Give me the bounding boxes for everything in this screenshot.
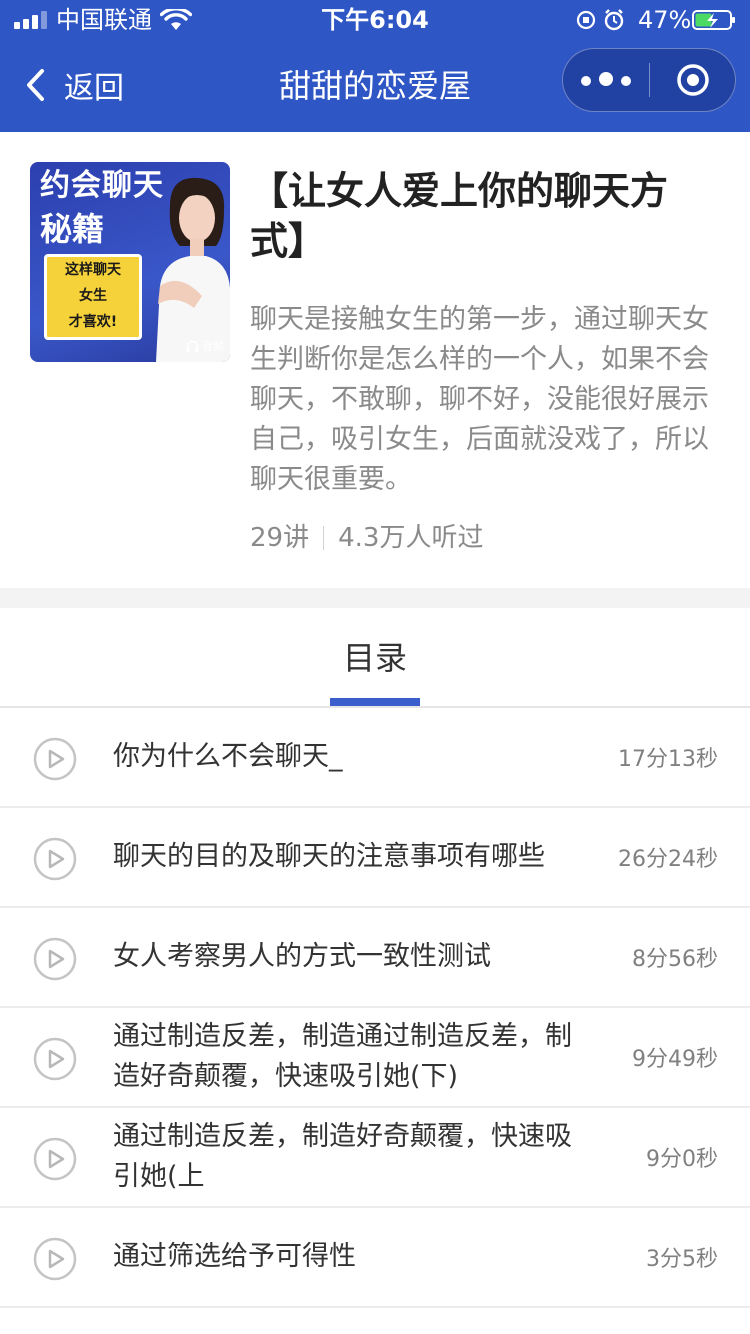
course-description: 聊天是接触女生的第一步，通过聊天女生判断你是怎么样的一个人，如果不会聊天，不敢聊… [250,304,709,495]
episode-title: 通过制造反差，制造好奇颠覆，快速吸引她(上 [113,1121,572,1192]
target-close-icon [677,64,709,96]
episode-row[interactable]: 女人考察男人的方式一致性测试 8分56秒 [0,908,750,1008]
play-circle-icon[interactable] [33,837,77,881]
episode-row[interactable]: 聊天的目的及聊天的注意事项有哪些 26分24秒 [0,808,750,908]
episode-list: 你为什么不会聊天_ 17分13秒 聊天的目的及聊天的注意事项有哪些 26分24秒… [0,708,750,1308]
episode-duration: 17分13秒 [618,747,718,772]
cover-bubble-line: 女生 [79,288,107,304]
cover-subheadline: 秘籍 [40,210,105,248]
cover-bubble-line: 才喜欢! [68,314,118,330]
course-stats: 29讲 4.3万人听过 [250,520,483,556]
play-circle-icon[interactable] [33,737,77,781]
episode-duration: 3分5秒 [646,1247,718,1272]
more-button[interactable] [563,49,649,111]
play-circle-icon[interactable] [33,1037,77,1081]
miniprogram-capsule [562,48,736,112]
play-circle-icon[interactable] [33,937,77,981]
episode-title: 通过制造反差，制造通过制造反差，制造好奇颠覆，快速吸引她(下) [113,1021,572,1092]
headphone-icon [186,340,199,352]
episode-duration: 9分0秒 [646,1147,718,1172]
episode-title: 女人考察男人的方式一致性测试 [113,941,491,972]
cover-person-illustration [156,177,230,362]
top-bar: 中国联通 下午6:04 47% 返回 甜甜的恋爱屋 [0,0,750,132]
lesson-count: 29讲 [250,523,310,553]
listener-count: 4.3万人听过 [338,523,484,553]
episode-title: 聊天的目的及聊天的注意事项有哪些 [113,841,545,872]
episode-title: 你为什么不会聊天_ [113,741,343,772]
audio-tag: 音频 [186,338,224,354]
cover-speech-bubble: 这样聊天 女生 才喜欢! [44,254,142,340]
section-gap [0,588,750,608]
tab-active-indicator [330,698,420,706]
episode-duration: 9分49秒 [632,1047,718,1072]
close-miniprogram-button[interactable] [650,49,736,111]
episode-row[interactable]: 通过制造反差，制造通过制造反差，制造好奇颠覆，快速吸引她(下) 9分49秒 [0,1008,750,1108]
battery-icon [692,10,735,30]
course-title: 【让女人爱上你的聊天方式】 [250,169,669,263]
orientation-lock-icon [576,9,624,31]
episode-row[interactable]: 你为什么不会聊天_ 17分13秒 [0,708,750,808]
episode-duration: 8分56秒 [632,947,718,972]
status-bar: 中国联通 下午6:04 47% [0,0,750,40]
tab-bar: 目录 [0,608,750,708]
navigation-bar: 返回 甜甜的恋爱屋 [0,40,750,132]
cover-bubble-line: 这样聊天 [65,262,121,278]
course-cover-image: 约会聊天 秘籍 这样聊天 女生 才喜欢! 音频 [30,162,230,362]
tab-catalog[interactable]: 目录 [0,638,750,678]
cover-headline: 约会聊天 [40,168,164,203]
play-circle-icon[interactable] [33,1237,77,1281]
episode-title: 通过筛选给予可得性 [113,1241,356,1272]
battery-percent: 47% [638,6,692,34]
episode-row[interactable]: 通过筛选给予可得性 3分5秒 [0,1208,750,1308]
episode-duration: 26分24秒 [618,847,718,872]
more-dots-icon [577,71,635,90]
audio-tag-label: 音频 [202,340,224,353]
play-circle-icon[interactable] [33,1137,77,1181]
episode-row[interactable]: 通过制造反差，制造好奇颠覆，快速吸引她(上 9分0秒 [0,1108,750,1208]
stats-divider [323,526,325,550]
